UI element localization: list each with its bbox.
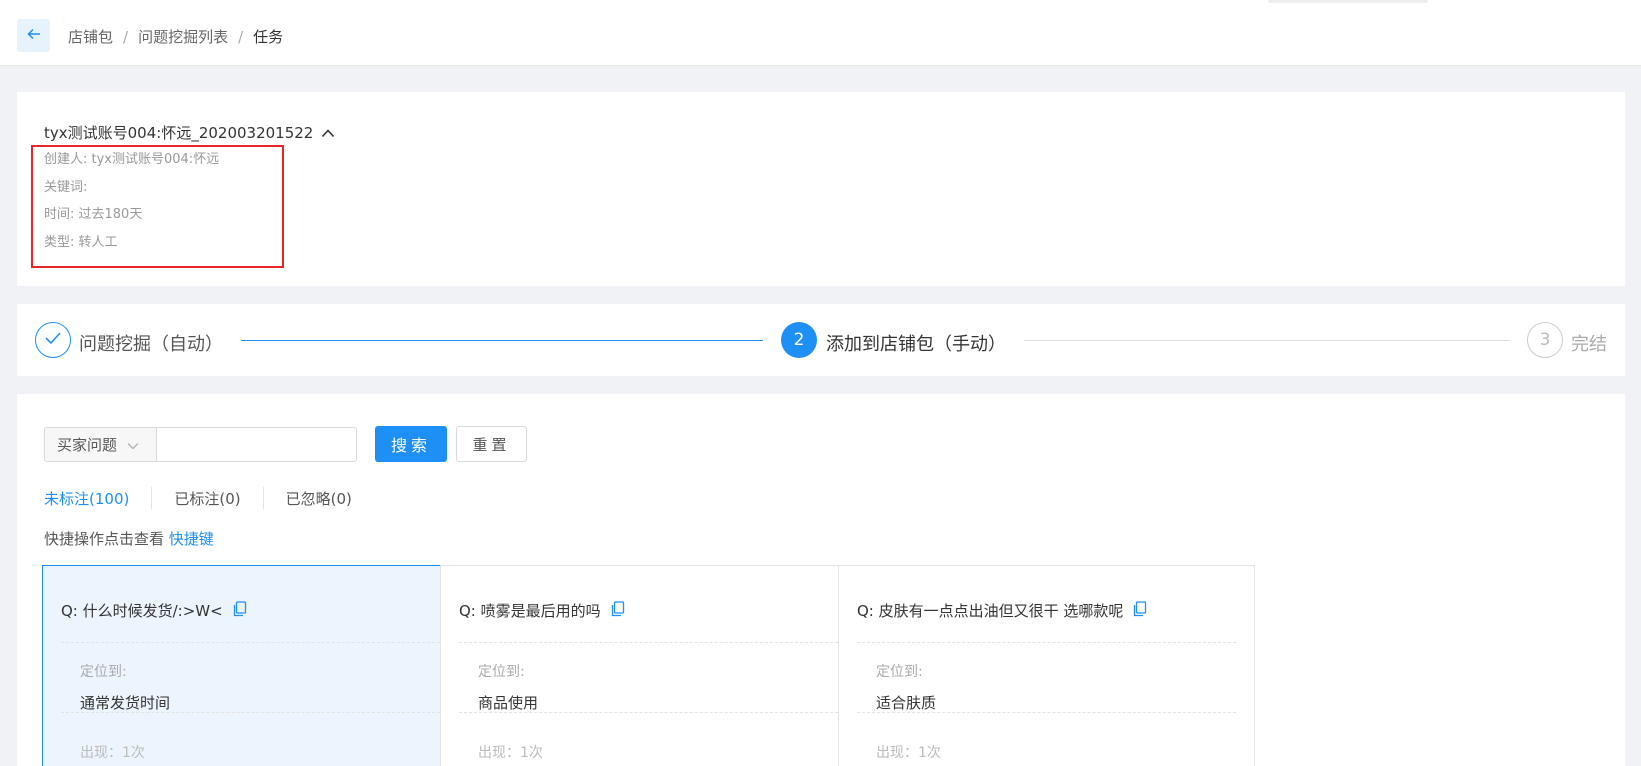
occurrence-count: 出现：1次 [80, 745, 145, 761]
step-2-indicator: 2 [781, 322, 817, 358]
steps-card: 问题挖掘（自动） 2 添加到店铺包（手动） 3 完结 [17, 304, 1625, 376]
locate-label: 定位到: [876, 664, 923, 680]
caret-up-icon[interactable] [321, 124, 335, 142]
breadcrumb-separator: / [123, 27, 129, 46]
tab-ignored[interactable]: 已忽略(0) [286, 488, 352, 509]
copy-icon[interactable] [233, 600, 247, 621]
breadcrumb-item-shop-package[interactable]: 店铺包 [68, 26, 113, 47]
annotation-tabs: 未标注(100) 已标注(0) 已忽略(0) [44, 487, 352, 509]
search-input[interactable] [156, 427, 357, 462]
step-1-label: 问题挖掘（自动） [79, 334, 223, 355]
locate-value: 适合肤质 [876, 694, 937, 712]
task-keywords: 关键词: [44, 180, 88, 195]
card-divider [459, 712, 838, 713]
step-1-indicator [35, 322, 71, 358]
shortcut-hint: 快捷操作点击查看 快捷键 [44, 528, 214, 549]
question-list-card: 买家问题 搜索 重置 未标注(100) 已标注(0) 已忽略(0) 快捷操作点击… [17, 394, 1625, 766]
tab-unannotated[interactable]: 未标注(100) [44, 488, 129, 509]
step-connector-2 [1024, 340, 1510, 341]
task-creator: 创建人: tyx测试账号004:怀远 [44, 152, 220, 167]
back-button[interactable] [17, 19, 50, 52]
locate-label: 定位到: [80, 664, 127, 680]
question-text: Q: 什么时候发货/:>W< [61, 602, 223, 620]
chevron-down-icon [127, 436, 139, 454]
step-connector-1 [241, 340, 763, 341]
task-title[interactable]: tyx测试账号004:怀远_202003201522 [44, 122, 335, 143]
reset-button[interactable]: 重置 [456, 426, 527, 462]
locate-value: 商品使用 [478, 694, 539, 712]
shortcut-hint-text: 快捷操作点击查看 [44, 530, 165, 548]
question-card[interactable]: Q: 喷雾是最后用的吗 定位到: 商品使用 出现：1次 [440, 565, 857, 766]
card-divider [61, 712, 440, 713]
task-info-card: tyx测试账号004:怀远_202003201522 创建人: tyx测试账号0… [17, 92, 1625, 286]
top-bar: 店铺包 / 问题挖掘列表 / 任务 [0, 0, 1641, 66]
search-button[interactable]: 搜索 [375, 426, 447, 462]
occurrence-count: 出现：1次 [478, 745, 543, 761]
question-text: Q: 皮肤有一点点出油但又很干 选哪款呢 [857, 602, 1124, 620]
header-decoration [1268, 0, 1428, 3]
task-time: 时间: 过去180天 [44, 207, 143, 222]
question-type-select[interactable]: 买家问题 [44, 427, 157, 462]
card-divider [857, 642, 1236, 643]
card-divider [459, 642, 838, 643]
card-divider [857, 712, 1236, 713]
locate-value: 通常发货时间 [80, 694, 171, 712]
question-title: Q: 皮肤有一点点出油但又很干 选哪款呢 [857, 600, 1147, 621]
tab-divider [151, 487, 153, 509]
shortcut-link[interactable]: 快捷键 [169, 530, 214, 548]
tab-divider [262, 487, 264, 509]
check-icon [44, 330, 62, 350]
task-type: 类型: 转人工 [44, 235, 118, 250]
question-text: Q: 喷雾是最后用的吗 [459, 602, 601, 620]
question-type-select-value: 买家问题 [57, 436, 118, 454]
breadcrumb-item-question-list[interactable]: 问题挖掘列表 [138, 26, 228, 47]
task-title-text: tyx测试账号004:怀远_202003201522 [44, 124, 314, 142]
card-divider [61, 642, 440, 643]
step-3-label: 完结 [1571, 334, 1607, 355]
question-card[interactable]: Q: 什么时候发货/:>W< 定位到: 通常发货时间 出现：1次 [42, 565, 459, 766]
tab-annotated[interactable]: 已标注(0) [174, 488, 240, 509]
copy-icon[interactable] [611, 600, 625, 621]
step-2-label: 添加到店铺包（手动） [826, 334, 1006, 355]
breadcrumb-item-task: 任务 [253, 28, 284, 46]
occurrence-count: 出现：1次 [876, 745, 941, 761]
copy-icon[interactable] [1133, 600, 1147, 621]
step-3-indicator: 3 [1527, 322, 1563, 358]
breadcrumb: 店铺包 / 问题挖掘列表 / 任务 [68, 26, 283, 47]
locate-label: 定位到: [478, 664, 525, 680]
arrow-left-icon [26, 26, 42, 46]
question-title: Q: 喷雾是最后用的吗 [459, 600, 625, 621]
question-card[interactable]: Q: 皮肤有一点点出油但又很干 选哪款呢 定位到: 适合肤质 出现：1次 [838, 565, 1255, 766]
breadcrumb-separator: / [238, 27, 244, 46]
question-title: Q: 什么时候发货/:>W< [61, 600, 247, 621]
